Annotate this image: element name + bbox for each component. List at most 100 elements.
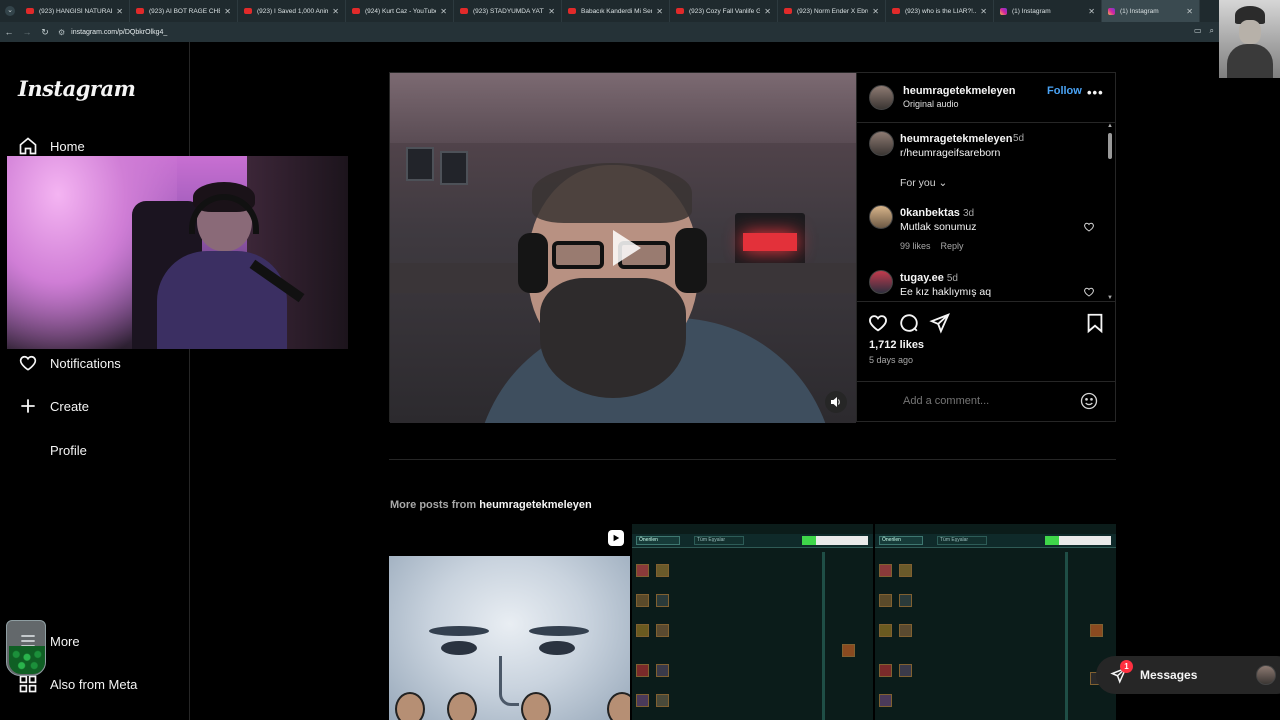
sidebar-item-notifications[interactable]: Notifications xyxy=(18,353,121,373)
post-thumbnail[interactable]: Önerilen Tüm Eşyalar xyxy=(875,524,1116,720)
scrollbar-thumb[interactable] xyxy=(1108,133,1112,159)
comments-scrollbar[interactable]: ▲ ▼ xyxy=(1107,123,1113,301)
commenter-username-text[interactable]: 0kanbektas xyxy=(900,207,960,219)
like-comment-heart-icon[interactable] xyxy=(1083,286,1095,298)
post-details-panel: heumragetekmeleyen Original audio Follow… xyxy=(856,73,1116,421)
scroll-up-arrow-icon[interactable]: ▲ xyxy=(1107,123,1113,129)
url-field[interactable]: ⚙ instagram.com/p/DQbkrOlkg4_ xyxy=(58,28,167,37)
comments-sort-dropdown[interactable]: For you ⌄ xyxy=(900,177,947,189)
browser-tab[interactable]: (923) Cozy Fall Vanlife Ga ✕ xyxy=(670,0,778,22)
like-heart-icon[interactable] xyxy=(867,312,889,334)
close-icon[interactable]: ✕ xyxy=(764,7,771,16)
audio-link[interactable]: Original audio xyxy=(903,99,959,109)
messages-unread-badge: 1 xyxy=(1120,660,1133,673)
play-icon[interactable] xyxy=(595,220,651,276)
post-thumbnail[interactable]: Önerilen Tüm Eşyalar xyxy=(632,524,873,720)
close-icon[interactable]: ✕ xyxy=(872,7,879,16)
close-icon[interactable]: ✕ xyxy=(224,7,231,16)
comment-likes[interactable]: 99 likes xyxy=(900,241,931,251)
author-username[interactable]: heumragetekmeleyen xyxy=(903,85,1016,97)
site-settings-icon[interactable]: ⚙ xyxy=(58,28,65,37)
commenter-username-text[interactable]: tugay.ee xyxy=(900,272,944,284)
bookmark-icon[interactable] xyxy=(1084,312,1106,334)
post-card: heumragetekmeleyen Original audio Follow… xyxy=(389,72,1116,423)
url-text[interactable]: instagram.com/p/DQbkrOlkg4_ xyxy=(71,29,167,36)
drawing-brow xyxy=(429,626,489,636)
commenter-avatar[interactable] xyxy=(869,205,893,229)
browser-tab-active[interactable]: (1) Instagram ✕ xyxy=(1102,0,1200,22)
author-avatar[interactable] xyxy=(869,85,894,110)
game-health-bar xyxy=(802,536,816,545)
address-bar-actions: ▭ ⌕ xyxy=(1194,26,1214,36)
commenter-username[interactable]: tugay.ee 5d xyxy=(900,272,958,284)
browser-tab[interactable]: (923) I Saved 1,000 Anim ✕ xyxy=(238,0,346,22)
reply-button[interactable]: Reply xyxy=(941,241,964,251)
post-header: heumragetekmeleyen Original audio Follow… xyxy=(857,73,1116,123)
more-posts-username[interactable]: heumragetekmeleyen xyxy=(479,499,592,511)
game-item-icon xyxy=(636,564,649,577)
browser-tab[interactable]: (923) who is the LIAR?!.. ✕ xyxy=(886,0,994,22)
browser-tab[interactable]: (923) HANGİSİ NATURAL ✕ xyxy=(20,0,130,22)
browser-tab[interactable]: (1) Instagram ✕ xyxy=(994,0,1102,22)
post-thumbnail[interactable] xyxy=(389,524,630,720)
instagram-logo[interactable]: Instagram xyxy=(18,76,136,101)
browser-tab[interactable]: (923) AI BOT RAGE CHEAT ✕ xyxy=(130,0,238,22)
close-icon[interactable]: ✕ xyxy=(332,7,339,16)
browser-tab[interactable]: (923) STADYUMDA YATTI ✕ xyxy=(454,0,562,22)
sidebar-item-profile[interactable]: Profile xyxy=(18,440,87,460)
zoom-icon[interactable]: ⌕ xyxy=(1210,26,1214,36)
video-headphone-right xyxy=(675,228,707,293)
back-arrow-icon[interactable]: ← xyxy=(0,27,18,37)
add-comment-input[interactable] xyxy=(903,395,1073,407)
video-person-beard xyxy=(540,278,686,398)
reload-icon[interactable]: ↻ xyxy=(36,27,54,38)
drawing-brow xyxy=(529,626,589,636)
close-icon[interactable]: ✕ xyxy=(656,7,663,16)
browser-tab[interactable]: Babacık Kanderdi Mi Seni ✕ xyxy=(562,0,670,22)
forward-arrow-icon[interactable]: → xyxy=(18,27,36,37)
commenter-username[interactable]: 0kanbektas 3d xyxy=(900,207,974,219)
caption-username[interactable]: heumragetekmeleyen xyxy=(900,133,1013,145)
browser-tab-bar: ⌄ (923) HANGİSİ NATURAL ✕ (923) AI BOT RA… xyxy=(0,0,1280,22)
comment-text: Ee kız haklıymış aq xyxy=(900,286,992,298)
gumball-overlay-image xyxy=(3,620,47,680)
emoji-icon[interactable] xyxy=(1079,391,1099,411)
comment-bubble-icon[interactable] xyxy=(898,312,920,334)
commenter-avatar[interactable] xyxy=(869,270,893,294)
close-icon[interactable]: ✕ xyxy=(1088,7,1095,16)
likes-count[interactable]: 1,712 likes xyxy=(869,339,924,351)
tab-title: (923) AI BOT RAGE CHEAT xyxy=(149,7,220,15)
close-icon[interactable]: ✕ xyxy=(548,7,555,16)
follow-button[interactable]: Follow xyxy=(1047,85,1082,97)
tab-search-button[interactable]: ⌄ xyxy=(0,0,20,22)
game-tab-all-items: Tüm Eşyalar xyxy=(937,536,987,545)
more-options-icon[interactable]: ••• xyxy=(1087,85,1104,100)
game-tab-recommended: Önerilen xyxy=(879,536,923,545)
browser-tab[interactable]: (924) Kurt Caz - YouTube ✕ xyxy=(346,0,454,22)
close-icon[interactable]: ✕ xyxy=(440,7,447,16)
close-icon[interactable]: ✕ xyxy=(980,7,987,16)
close-icon[interactable]: ✕ xyxy=(116,7,123,16)
sidebar-item-create[interactable]: Create xyxy=(18,396,89,416)
author-avatar[interactable] xyxy=(869,131,894,156)
volume-icon[interactable] xyxy=(825,391,847,413)
youtube-icon xyxy=(244,8,252,14)
photo-face xyxy=(1239,20,1261,44)
sidebar-item-label: Also from Meta xyxy=(50,676,138,692)
drawing-eye xyxy=(539,641,575,655)
sidebar-item-home[interactable]: Home xyxy=(18,136,85,156)
share-send-icon[interactable] xyxy=(929,312,951,334)
photo-coat xyxy=(1227,44,1273,78)
browser-tab[interactable]: (923) Norm Ender X Ebru ✕ xyxy=(778,0,886,22)
thumbnail-face xyxy=(447,692,477,720)
post-video[interactable] xyxy=(390,73,856,423)
section-divider xyxy=(389,459,1116,460)
like-comment-heart-icon[interactable] xyxy=(1083,221,1095,233)
messages-button[interactable]: 1 Messages xyxy=(1096,656,1280,694)
cast-icon[interactable]: ▭ xyxy=(1194,26,1202,36)
close-icon[interactable]: ✕ xyxy=(1186,7,1193,16)
post-timestamp: 5 days ago xyxy=(869,355,914,365)
game-top-bar: Önerilen Tüm Eşyalar xyxy=(632,534,873,548)
add-comment-bar xyxy=(857,381,1116,421)
more-posts-grid: Önerilen Tüm Eşyalar Önerilen Tüm Eşyala… xyxy=(389,524,1116,720)
